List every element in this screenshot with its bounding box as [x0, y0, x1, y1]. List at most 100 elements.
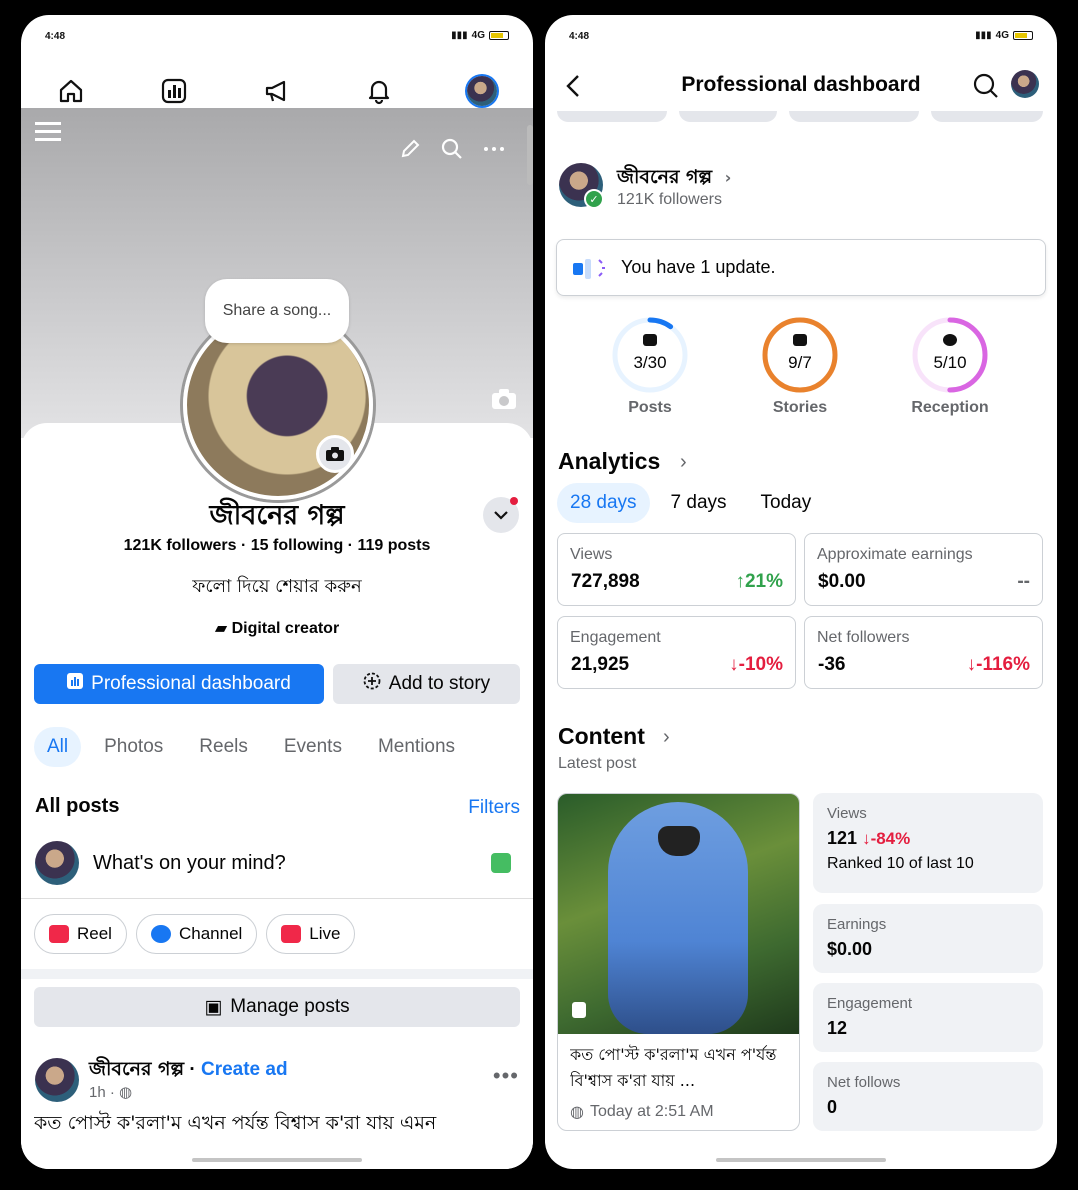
metric-change: --: [1017, 571, 1030, 592]
profile-tab-avatar[interactable]: [462, 71, 502, 111]
post-engagement-card[interactable]: Engagement 12: [813, 983, 1043, 1052]
dashboard-icon[interactable]: [154, 71, 194, 111]
filter-pill[interactable]: [931, 111, 1043, 122]
metric-views[interactable]: Views 727,898 ↑21%: [557, 533, 796, 606]
live-chip[interactable]: Live: [266, 914, 356, 954]
tab-reels[interactable]: Reels: [186, 727, 261, 767]
tab-7-days[interactable]: 7 days: [658, 483, 740, 523]
signal-icon: ▮▮▮: [451, 30, 468, 41]
update-text: You have 1 update.: [621, 257, 776, 277]
post-composer[interactable]: What's on your mind?: [21, 837, 533, 899]
metric-earnings[interactable]: Approximate earnings $0.00 --: [804, 533, 1043, 606]
post-earnings-card[interactable]: Earnings $0.00: [813, 904, 1043, 973]
metric-label: Approximate earnings: [817, 546, 973, 563]
filter-pill[interactable]: [679, 111, 777, 122]
avatar[interactable]: [35, 1058, 79, 1102]
chevron-right-icon[interactable]: ›: [680, 451, 687, 474]
analytics-title[interactable]: Analytics: [558, 448, 660, 475]
home-icon[interactable]: [51, 71, 91, 111]
photo-icon[interactable]: [491, 853, 511, 873]
post-views-card[interactable]: Views 121 ↓-84% Ranked 10 of last 10: [813, 793, 1043, 893]
post-more-icon[interactable]: •••: [493, 1063, 519, 1089]
status-bar: 4:48 ▮▮▮ 4G: [545, 15, 1057, 55]
book-icon: [793, 334, 807, 346]
status-bar: 4:48 ▮▮▮ 4G: [21, 15, 533, 55]
avatar[interactable]: [1011, 70, 1039, 98]
card-value: 12: [827, 1018, 848, 1038]
page-selector[interactable]: ✓ জীবনের গল্প › 121K followers: [559, 163, 1043, 213]
search-icon[interactable]: [441, 138, 463, 165]
stories-value: 9/7: [788, 353, 812, 372]
post-caption: কত পো'স্ট ক'রলা'ম এখন প'র্যন্ত বি'শ্বাস …: [570, 1045, 777, 1090]
card-label: Earnings: [827, 916, 887, 933]
update-banner[interactable]: You have 1 update.: [556, 239, 1046, 296]
tab-all[interactable]: All: [34, 727, 82, 767]
megaphone-icon[interactable]: [257, 71, 297, 111]
professional-dashboard-button[interactable]: Professional dashboard: [34, 664, 324, 704]
home-indicator: [192, 1158, 362, 1162]
menu-icon[interactable]: [35, 120, 61, 149]
latest-post-card[interactable]: কত পো'স্ট ক'রলা'ম এখন প'র্যন্ত বি'শ্বাস …: [557, 793, 800, 1131]
chevron-right-icon[interactable]: ›: [663, 726, 670, 749]
metric-value: 727,898: [571, 571, 640, 592]
card-value: 0: [827, 1097, 838, 1117]
announcement-icon: [571, 257, 607, 286]
filters-link[interactable]: Filters: [468, 797, 520, 819]
bell-icon[interactable]: [359, 71, 399, 111]
manage-posts-button[interactable]: ▣ Manage posts: [34, 987, 520, 1027]
filter-pills: [557, 111, 1043, 122]
analytics-range-tabs: 28 days 7 days Today: [557, 483, 824, 523]
battery-icon: [489, 31, 509, 40]
posts-label: Posts: [628, 399, 672, 416]
tab-28-days[interactable]: 28 days: [557, 483, 650, 523]
reel-chip-label: Reel: [77, 924, 112, 943]
tab-events[interactable]: Events: [271, 727, 355, 767]
card-label: Net follows: [827, 1074, 901, 1091]
category-label: Digital creator: [231, 620, 340, 637]
card-label: Views: [827, 805, 867, 822]
globe-icon: ◍: [570, 1104, 584, 1121]
chevron-right-icon: ›: [724, 168, 732, 187]
tab-photos[interactable]: Photos: [91, 727, 176, 767]
photo-icon: [572, 1002, 586, 1018]
profile-screen: 4:48 ▮▮▮ 4G Share a song... জীবনের গল্প …: [21, 15, 533, 1169]
video-camera-icon: [281, 925, 302, 943]
add-to-story-button[interactable]: Add to story: [333, 664, 520, 704]
scrollbar[interactable]: [527, 125, 533, 185]
post-follows-card[interactable]: Net follows 0: [813, 1062, 1043, 1131]
metric-engagement[interactable]: Engagement 21,925 ↓-10%: [557, 616, 796, 689]
more-icon[interactable]: [483, 138, 505, 165]
share-song-bubble[interactable]: Share a song...: [205, 279, 349, 343]
views-rank: Ranked 10 of last 10: [827, 855, 974, 872]
goal-posts[interactable]: 3/30 Posts: [590, 315, 710, 417]
cover-camera-icon[interactable]: [491, 388, 517, 415]
content-title[interactable]: Content: [558, 723, 645, 750]
globe-icon: ◍: [119, 1084, 133, 1101]
post-author-name[interactable]: জীবনের গল্প: [89, 1058, 184, 1080]
post-author-separator: ·: [184, 1059, 201, 1080]
metric-net-followers[interactable]: Net followers -36 ↓-116%: [804, 616, 1043, 689]
tab-today[interactable]: Today: [748, 483, 825, 523]
reel-chip[interactable]: Reel: [34, 914, 127, 954]
tab-mentions[interactable]: Mentions: [365, 727, 468, 767]
post-text[interactable]: কত পোস্ট ক'রলা'ম এখন পর্যন্ত বিশ্বাস ক'র…: [34, 1110, 520, 1150]
stories-label: Stories: [772, 399, 828, 416]
create-ad-link[interactable]: Create ad: [201, 1059, 288, 1080]
dashboard-screen: 4:48 ▮▮▮ 4G Professional dashboard ✓ জীব…: [545, 15, 1057, 1169]
filter-pill[interactable]: [789, 111, 919, 122]
edit-pencil-icon[interactable]: [399, 138, 421, 165]
views-change: ↓-84%: [862, 829, 911, 848]
page-followers: 121K followers: [617, 191, 722, 208]
composer-placeholder[interactable]: What's on your mind?: [93, 852, 286, 875]
search-icon[interactable]: [973, 73, 999, 104]
profile-stats[interactable]: 121K followers · 15 following · 119 post…: [21, 537, 533, 555]
camera-icon[interactable]: [316, 435, 354, 473]
goal-reception[interactable]: 5/10 Reception: [890, 315, 1010, 417]
card-value: $0.00: [827, 939, 873, 959]
goal-stories[interactable]: 9/7 Stories: [740, 315, 860, 417]
filter-pill[interactable]: [557, 111, 667, 122]
reception-label: Reception: [911, 399, 989, 416]
channel-chip[interactable]: Channel: [135, 914, 258, 954]
post-time: 1h ·: [89, 1084, 115, 1101]
metric-change: ↑21%: [735, 571, 783, 592]
